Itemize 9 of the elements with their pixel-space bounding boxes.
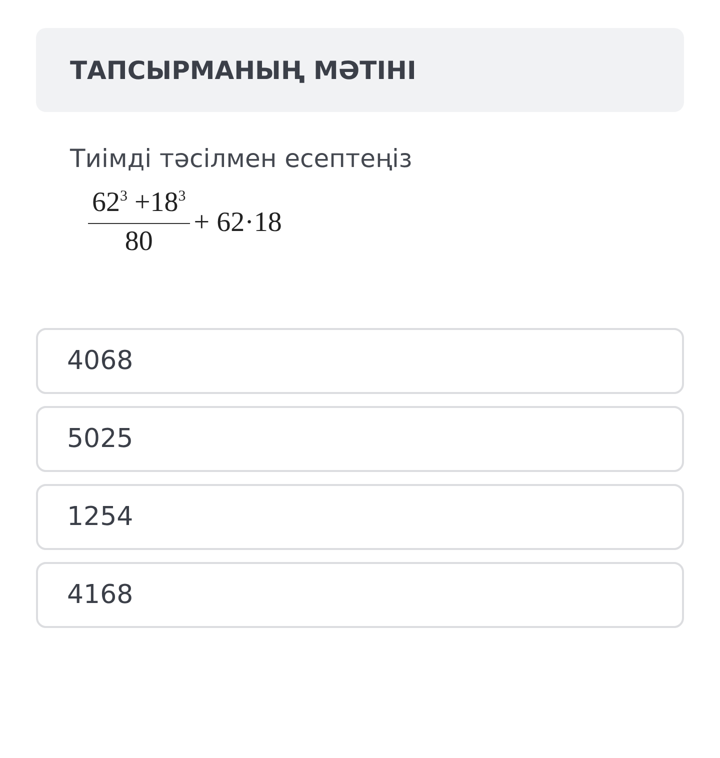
answer-option[interactable]: 1254 [36, 484, 684, 550]
answer-option[interactable]: 4068 [36, 328, 684, 394]
answer-option[interactable]: 5025 [36, 406, 684, 472]
answer-option[interactable]: 4168 [36, 562, 684, 628]
denominator: 80 [124, 225, 153, 258]
formula-term: + 62·18 [194, 206, 282, 238]
question-text: Тиімді тәсілмен есептеңіз [70, 144, 414, 173]
task-title: ТАПСЫРМАНЫҢ МӘТІНІ [70, 56, 416, 84]
numerator: 62$^{3}$ +18$^{3}$ [88, 187, 190, 224]
